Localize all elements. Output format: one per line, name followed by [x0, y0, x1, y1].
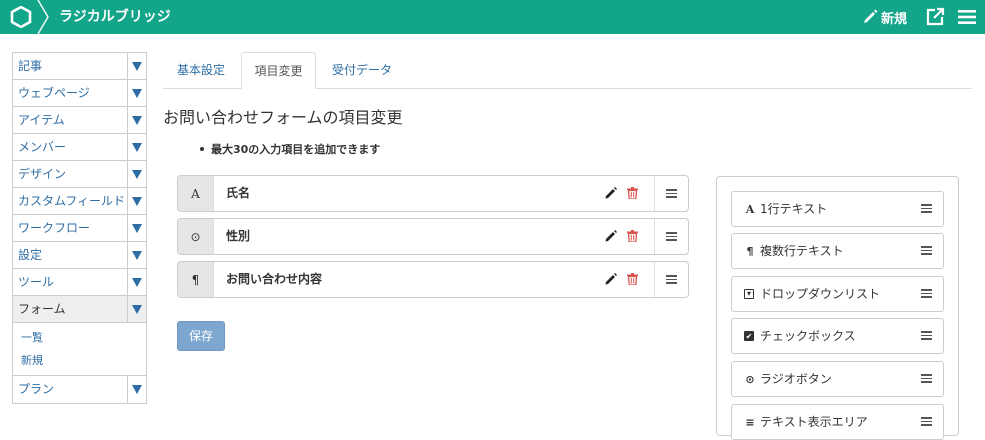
drag-handle-icon[interactable]: [921, 374, 932, 383]
sidebar-item-label: メンバー: [18, 139, 67, 154]
new-button[interactable]: 新規: [862, 7, 907, 27]
palette-item-label: 1行テキスト: [760, 202, 828, 216]
dropdown-icon: ▾: [744, 289, 754, 299]
palette-item-label: ドロップダウンリスト: [760, 287, 881, 301]
logo-icon[interactable]: [10, 6, 32, 28]
expand-arrow-icon[interactable]: [127, 241, 146, 269]
edit-icon[interactable]: [605, 273, 617, 285]
sidebar-item-members[interactable]: メンバー: [13, 133, 146, 161]
expand-arrow-icon[interactable]: [127, 106, 146, 134]
trash-icon[interactable]: [627, 230, 638, 242]
tab-basic-settings[interactable]: 基本設定: [163, 52, 239, 89]
expand-arrow-icon[interactable]: [127, 268, 146, 296]
drag-handle-icon[interactable]: [921, 246, 932, 255]
sidebar-item-label: ツール: [18, 274, 55, 289]
drag-handle-icon[interactable]: [921, 289, 932, 298]
sidebar-item-label: カスタムフィールド: [18, 193, 126, 208]
external-link-icon[interactable]: [925, 7, 945, 27]
palette-item-text-display-area[interactable]: ≡ テキスト表示エリア: [731, 404, 944, 440]
top-header: ラジカルブリッジ 新規: [0, 0, 985, 34]
sidebar-subitem-new[interactable]: 新規: [21, 349, 146, 372]
checkbox-icon: ✔: [744, 331, 754, 341]
sidebar-item-items[interactable]: アイテム: [13, 106, 146, 134]
edit-icon[interactable]: [605, 187, 617, 199]
pencil-icon: [864, 9, 878, 23]
palette-item-single-line-text[interactable]: A 1行テキスト: [731, 191, 944, 227]
sidebar-item-label: 設定: [18, 247, 43, 262]
field-name: 性別: [226, 229, 251, 243]
drag-handle-icon[interactable]: [921, 331, 932, 340]
sidebar-item-webpages[interactable]: ウェブページ: [13, 79, 146, 107]
trash-icon[interactable]: [627, 273, 638, 285]
expand-arrow-icon[interactable]: [127, 376, 146, 403]
palette-item-checkbox[interactable]: ✔ チェックボックス: [731, 318, 944, 354]
field-type-palette: A 1行テキスト ¶ 複数行テキスト ▾ ドロップダウンリスト ✔ チェックボッ…: [716, 176, 959, 440]
page-title: お問い合わせフォームの項目変更: [163, 108, 403, 127]
bullet-icon: [200, 147, 204, 151]
tab-received-data[interactable]: 受付データ: [320, 52, 404, 89]
field-name: お問い合わせ内容: [226, 272, 323, 286]
sidebar-item-label: アイテム: [18, 112, 65, 127]
expand-arrow-icon[interactable]: [127, 79, 146, 107]
sidebar-subitem-list[interactable]: 一覧: [21, 326, 146, 349]
expand-arrow-icon[interactable]: [127, 133, 146, 161]
save-button[interactable]: 保存: [177, 321, 225, 351]
paragraph-icon: ¶: [178, 262, 214, 297]
sidebar-item-tools[interactable]: ツール: [13, 268, 146, 296]
tab-edit-fields[interactable]: 項目変更: [241, 52, 316, 89]
trash-icon[interactable]: [627, 187, 638, 199]
sidebar-item-plan[interactable]: プラン: [13, 376, 146, 403]
sidebar-item-label: 記事: [18, 58, 43, 73]
text-line-icon: A: [745, 202, 755, 216]
drag-handle-icon[interactable]: [654, 176, 688, 211]
sidebar-item-workflow[interactable]: ワークフロー: [13, 214, 146, 242]
drag-handle-icon[interactable]: [654, 219, 688, 254]
palette-item-label: ラジオボタン: [760, 372, 832, 386]
site-title[interactable]: ラジカルブリッジ: [59, 7, 171, 27]
expand-arrow-icon[interactable]: [127, 214, 146, 242]
sidebar-item-label: プラン: [18, 382, 55, 396]
palette-item-dropdown-list[interactable]: ▾ ドロップダウンリスト: [731, 276, 944, 312]
sidebar-item-label: ワークフロー: [18, 220, 91, 235]
palette-item-multi-line-text[interactable]: ¶ 複数行テキスト: [731, 233, 944, 269]
expand-arrow-icon[interactable]: [127, 187, 146, 215]
field-limit-text: 最大30の入力項目を追加できます: [211, 143, 381, 156]
sidebar-item-label: デザイン: [18, 166, 67, 181]
text-display-icon: ≡: [745, 415, 755, 429]
field-limit-note: 最大30の入力項目を追加できます: [200, 141, 380, 157]
radio-icon: ⊙: [745, 372, 755, 386]
form-field-row[interactable]: ¶ お問い合わせ内容: [177, 261, 689, 298]
edit-icon[interactable]: [605, 230, 617, 242]
sidebar-item-settings[interactable]: 設定: [13, 241, 146, 269]
sidebar-item-label: ウェブページ: [18, 85, 90, 100]
sidebar-item-articles[interactable]: 記事: [13, 52, 146, 80]
radio-icon: ⊙: [178, 219, 214, 254]
drag-handle-icon[interactable]: [654, 262, 688, 297]
sidebar: 記事 ウェブページ アイテム メンバー デザイン カスタムフィールド ワークフロ…: [12, 52, 147, 404]
palette-item-label: チェックボックス: [760, 329, 856, 343]
form-field-row[interactable]: A 氏名: [177, 175, 689, 212]
palette-item-label: 複数行テキスト: [760, 244, 844, 258]
tab-bar: 基本設定 項目変更 受付データ: [163, 52, 972, 89]
paragraph-icon: ¶: [746, 244, 754, 258]
text-line-icon: A: [178, 176, 214, 211]
sidebar-item-label: フォーム: [18, 301, 66, 316]
sidebar-submenu-forms: 一覧 新規: [13, 323, 146, 376]
breadcrumb-chevron-icon: [37, 0, 49, 34]
sidebar-item-custom-fields[interactable]: カスタムフィールド: [13, 187, 146, 215]
form-field-row[interactable]: ⊙ 性別: [177, 218, 689, 255]
sidebar-item-forms[interactable]: フォーム: [13, 295, 146, 323]
new-button-label: 新規: [881, 11, 908, 27]
expand-arrow-icon[interactable]: [127, 160, 146, 188]
sidebar-item-design[interactable]: デザイン: [13, 160, 146, 188]
palette-item-radio-button[interactable]: ⊙ ラジオボタン: [731, 361, 944, 397]
palette-item-label: テキスト表示エリア: [760, 415, 868, 429]
expand-arrow-icon[interactable]: [127, 295, 146, 323]
hamburger-menu-icon[interactable]: [958, 9, 976, 25]
drag-handle-icon[interactable]: [921, 204, 932, 213]
field-name: 氏名: [226, 186, 251, 200]
expand-arrow-icon[interactable]: [127, 52, 146, 80]
